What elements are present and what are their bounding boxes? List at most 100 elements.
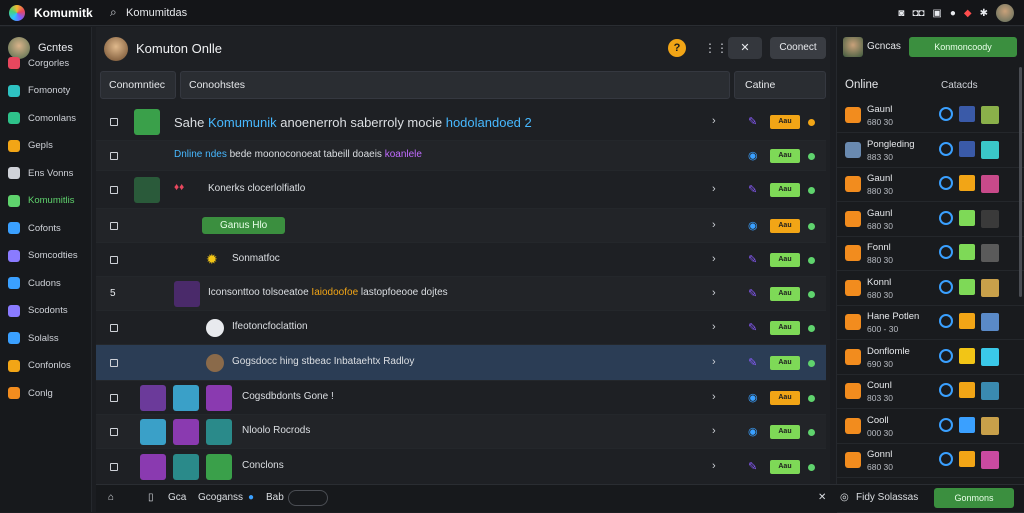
edit-icon[interactable]: ✎ [748, 115, 757, 128]
row-checkbox[interactable] [110, 152, 118, 160]
chevron-right-icon[interactable]: › [712, 460, 716, 472]
game-thumbnail [173, 419, 199, 445]
search-box[interactable]: ⌕ [104, 3, 824, 23]
table-row[interactable]: Cogsdbdonts Gone ! › ◉ Aau [96, 381, 826, 415]
table-row[interactable]: Sahe Komumunik anoenerroh saberroly moci… [96, 103, 826, 141]
row-text-part: lastopfoeooe dojtes [358, 287, 448, 298]
bottom-label-3[interactable]: Bab [266, 492, 284, 503]
sidebar-item[interactable]: Confonlos [8, 359, 71, 372]
status-icon[interactable]: ◉ [748, 391, 758, 404]
home-icon[interactable]: ⌂ [108, 492, 114, 503]
game-thumbnail [140, 454, 166, 480]
toggle-pill[interactable] [288, 490, 328, 506]
online-dot [808, 395, 815, 402]
table-row[interactable]: Ifeotoncfoclattion › ✎ Aau [96, 311, 826, 345]
row-checkbox[interactable] [110, 394, 118, 402]
grid-icon[interactable]: ⋮⋮ [704, 41, 728, 55]
list-item[interactable]: Gaunl 680 30 [837, 203, 1024, 237]
list-item[interactable]: Cooll 000 30 [837, 410, 1024, 444]
sidebar-item[interactable]: Ens Vonns [8, 167, 73, 179]
row-checkbox[interactable] [110, 222, 118, 230]
table-row[interactable]: Nloolo Rocrods › ◉ Aau [96, 415, 826, 449]
chat-icon[interactable]: ▣ [932, 8, 941, 19]
edit-icon[interactable]: ✎ [748, 183, 757, 196]
settings-icon[interactable]: ✱ [980, 8, 988, 19]
chevron-right-icon[interactable]: › [712, 356, 716, 368]
tools-button[interactable]: ✕ [728, 37, 762, 59]
chevron-right-icon[interactable]: › [712, 183, 716, 195]
alert-icon[interactable]: ◆ [964, 8, 972, 19]
user-avatar[interactable] [996, 4, 1014, 22]
tab-first[interactable]: Conomntiec [100, 71, 176, 99]
phone-icon[interactable]: ▯ [148, 492, 154, 503]
row-checkbox[interactable] [110, 463, 118, 471]
chevron-right-icon[interactable]: › [712, 253, 716, 265]
chevron-right-icon[interactable]: › [712, 425, 716, 437]
sidebar-item[interactable]: Komumitlis [8, 194, 74, 207]
sidebar-header[interactable]: Gcntes [8, 37, 73, 59]
edit-icon[interactable]: ✎ [748, 253, 757, 266]
edit-icon[interactable]: ✎ [748, 287, 757, 300]
list-item[interactable]: Donflomle 690 30 [837, 341, 1024, 375]
game-thumbnail [981, 278, 999, 297]
platform-icon [959, 313, 975, 329]
sidebar-item[interactable]: Comonlans [8, 112, 76, 124]
sidebar-item[interactable]: Corgorles [8, 57, 69, 69]
bottom-label-2[interactable]: Gcoganss [198, 492, 243, 503]
sidebar-item[interactable]: Fomonoty [8, 84, 70, 97]
status-icon[interactable]: ◉ [748, 219, 758, 232]
bottom-label-1[interactable]: Gca [168, 492, 186, 503]
edit-icon[interactable]: ✎ [748, 321, 757, 334]
table-row[interactable]: ♦♦ Konerks clocerlolfiatlo › ✎ Aau [96, 171, 826, 209]
list-item[interactable]: Gonnl 680 30 [837, 444, 1024, 478]
row-checkbox[interactable] [110, 324, 118, 332]
row-checkbox[interactable] [110, 118, 118, 126]
sidebar-item[interactable]: Scodonts [8, 304, 68, 317]
friends-icon[interactable]: ◘◘ [912, 8, 924, 19]
row-checkbox[interactable] [110, 428, 118, 436]
list-item[interactable]: Konnl 680 30 [837, 272, 1024, 306]
chevron-right-icon[interactable]: › [712, 391, 716, 403]
sidebar-item[interactable]: Gepls [8, 139, 53, 152]
row-action-button[interactable]: Ganus Hlo [202, 217, 286, 234]
chevron-right-icon[interactable]: › [712, 287, 716, 299]
list-item[interactable]: Counl 803 30 [837, 375, 1024, 409]
contacts-heading[interactable]: Catacds [941, 80, 978, 91]
list-item[interactable]: Fonnl 880 30 [837, 237, 1024, 271]
edit-icon[interactable]: ✎ [748, 356, 757, 369]
tab-second[interactable]: Conoohstes [180, 71, 730, 99]
chevron-right-icon[interactable]: › [712, 219, 716, 231]
list-item[interactable]: Gaunl 680 30 [837, 99, 1024, 133]
edit-icon[interactable]: ✎ [748, 460, 757, 473]
status-icon[interactable]: ◉ [748, 425, 758, 438]
join-button[interactable]: Konmoncoody [909, 37, 1017, 57]
row-checkbox[interactable] [110, 359, 118, 367]
gamepad-icon[interactable]: ◙ [898, 8, 904, 19]
row-checkbox[interactable] [110, 256, 118, 264]
sidebar-item[interactable]: Solalss [8, 332, 59, 344]
table-row[interactable]: Dnline ndes bede moonoconoeat tabeill do… [96, 141, 826, 171]
table-row[interactable]: ✹ Sonmatfoc › ✎ Aau [96, 243, 826, 277]
search-input[interactable] [126, 5, 426, 21]
list-item[interactable]: Gaunl 880 30 [837, 168, 1024, 202]
action-button[interactable]: Gonmons [934, 488, 1014, 508]
row-checkbox[interactable] [110, 186, 118, 194]
status-icon[interactable]: ◉ [748, 149, 758, 162]
list-item[interactable]: Pongleding 883 30 [837, 134, 1024, 168]
connect-button[interactable]: Coonect [770, 37, 826, 59]
notification-icon[interactable]: ● [950, 8, 956, 19]
sidebar-item[interactable]: Cofonts [8, 222, 61, 234]
scrollbar[interactable] [1019, 67, 1022, 297]
help-icon[interactable]: ? [668, 39, 686, 57]
table-row[interactable]: 5 Iconsonttoo tolsoeatoe Iaiodoofoe lasto… [96, 277, 826, 311]
sidebar-item[interactable]: Somcodties [8, 249, 78, 262]
sidebar-item[interactable]: Cudons [8, 277, 61, 289]
chevron-right-icon[interactable]: › [712, 115, 716, 127]
table-row[interactable]: Gogsdocc hing stbeac Inbataehtx Radloy › ✎… [96, 345, 826, 381]
sidebar-item[interactable]: Conlg [8, 387, 53, 399]
list-item[interactable]: Hane Potlen 600 - 30 [837, 306, 1024, 340]
table-row[interactable]: Conclons › ✎ Aau [96, 449, 826, 485]
close-icon[interactable]: ✕ [818, 492, 826, 503]
chevron-right-icon[interactable]: › [712, 321, 716, 333]
table-row[interactable]: Ganus Hlo › ◉ Aau [96, 209, 826, 243]
